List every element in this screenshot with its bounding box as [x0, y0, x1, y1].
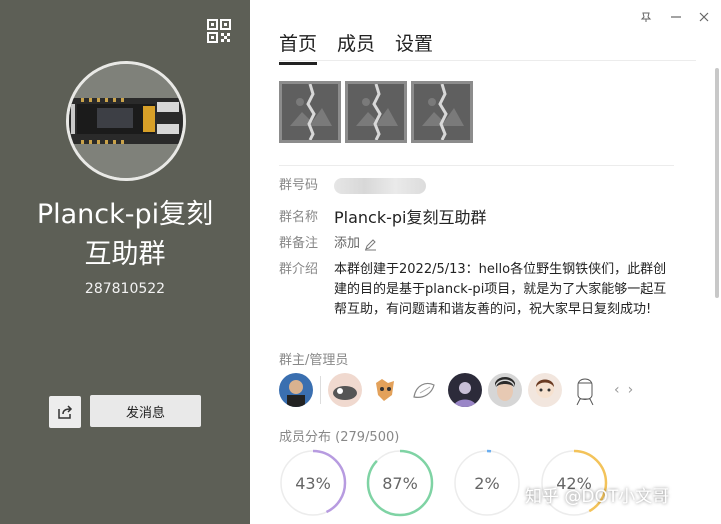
pin-icon[interactable] — [638, 9, 654, 25]
group-name-line-1: Planck-pi复刻 — [36, 199, 214, 230]
ring-percent: 87% — [382, 473, 418, 493]
remark-label: 群备注 — [279, 236, 319, 251]
admin-avatar[interactable] — [488, 373, 522, 407]
intro-label: 群介绍 — [279, 262, 319, 277]
admin-divider — [320, 376, 321, 404]
left-profile-panel: Planck-pi复刻 互助群 287810522 发消息 — [0, 0, 250, 524]
section-divider — [279, 165, 674, 166]
group-number-redacted — [334, 178, 426, 194]
group-number-row: 群号码 — [279, 176, 426, 196]
distribution-ring[interactable]: 43% — [279, 449, 347, 517]
group-id: 287810522 — [84, 281, 166, 297]
add-remark-text: 添加 — [334, 236, 361, 251]
intro-row: 群介绍 本群创建于2022/5/13：hello各位野生钢铁侠们，此群创建的目的… — [279, 260, 674, 320]
edit-pencil-icon — [365, 238, 377, 250]
group-name-label: 群名称 — [279, 210, 319, 225]
distribution-title-text: 成员分布 — [279, 430, 332, 445]
admin-avatar[interactable] — [408, 373, 442, 407]
admin-avatar[interactable] — [279, 373, 313, 407]
distribution-ring[interactable]: 87% — [366, 449, 434, 517]
scrollbar[interactable] — [715, 68, 719, 298]
photo-thumbnail[interactable] — [279, 81, 341, 143]
chevron-left-icon[interactable]: ‹ — [614, 382, 620, 398]
group-avatar-image — [69, 64, 183, 178]
group-name-row: 群名称 Planck-pi复刻互助群 — [279, 208, 486, 229]
distribution-count: (279/500) — [335, 430, 400, 445]
admins-title: 群主/管理员 — [279, 353, 349, 368]
ring-percent: 2% — [474, 473, 500, 493]
admin-avatar[interactable] — [528, 373, 562, 407]
group-photos — [279, 81, 473, 143]
right-content-panel: 首页 成员 设置 群号码 群名称 Planck-pi复刻互助群 群备注 添加 群… — [250, 0, 721, 524]
group-number-label: 群号码 — [279, 178, 319, 193]
ring-percent: 43% — [295, 473, 331, 493]
photo-thumbnail[interactable] — [411, 81, 473, 143]
admin-avatar[interactable] — [368, 373, 402, 407]
intro-text: 本群创建于2022/5/13：hello各位野生钢铁侠们，此群创建的目的是基于p… — [334, 262, 667, 317]
qr-code-icon[interactable] — [207, 19, 231, 43]
close-icon[interactable] — [696, 9, 712, 25]
add-remark-link[interactable]: 添加 — [334, 234, 377, 254]
group-name-value: Planck-pi复刻互助群 — [334, 208, 487, 227]
chevron-right-icon[interactable]: › — [628, 382, 634, 398]
watermark: 知乎 @DOT小文哥 — [525, 487, 670, 507]
remark-row: 群备注 添加 — [279, 234, 377, 254]
send-message-button[interactable]: 发消息 — [90, 395, 201, 427]
distribution-title: 成员分布 (279/500) — [279, 426, 399, 445]
share-icon — [58, 405, 73, 419]
admin-pager: ‹ › — [614, 382, 633, 398]
group-name-heading: Planck-pi复刻 互助群 — [0, 195, 250, 275]
minimize-icon[interactable] — [668, 9, 684, 25]
share-button[interactable] — [49, 396, 81, 428]
admin-avatar-list: ‹ › — [279, 373, 633, 407]
admin-avatar[interactable] — [448, 373, 482, 407]
group-name-line-2: 互助群 — [84, 239, 166, 270]
group-avatar[interactable] — [66, 61, 186, 181]
distribution-ring[interactable]: 2% — [453, 449, 521, 517]
admin-avatar[interactable] — [328, 373, 362, 407]
admin-avatar[interactable] — [568, 373, 602, 407]
photo-thumbnail[interactable] — [345, 81, 407, 143]
tab-divider — [279, 60, 696, 61]
